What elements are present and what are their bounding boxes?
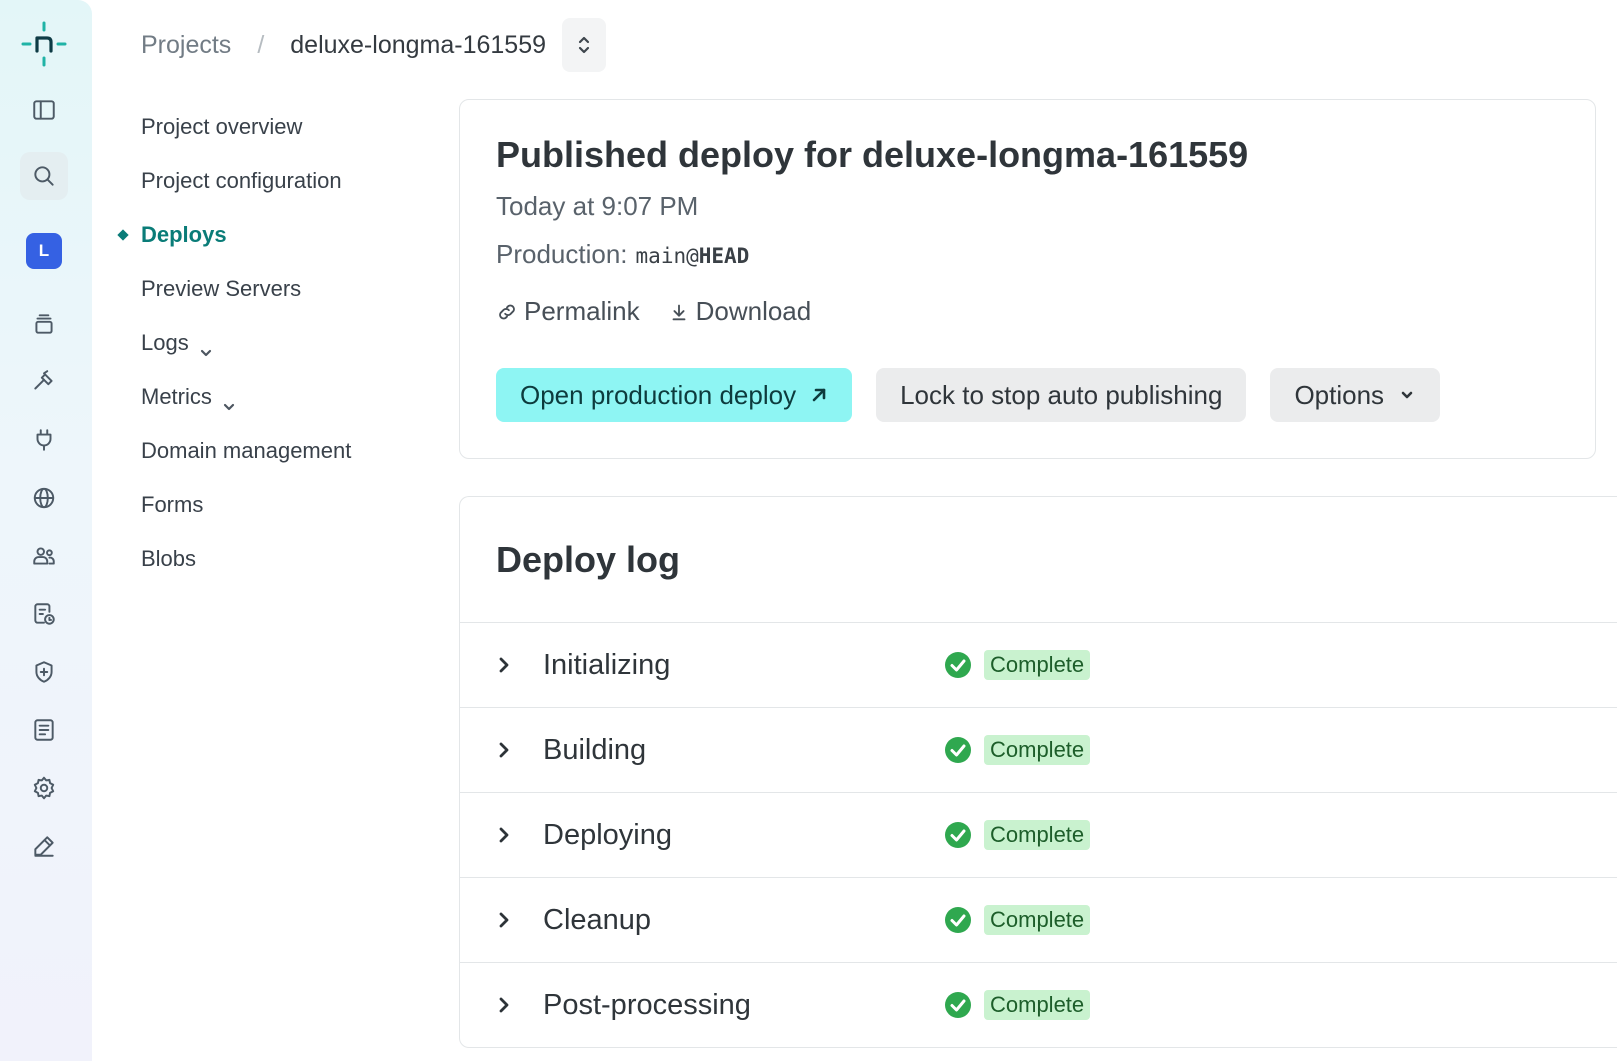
status-badge: Complete <box>984 905 1091 935</box>
log-step-status: Complete <box>944 905 1091 935</box>
status-badge: Complete <box>984 650 1091 680</box>
log-step-row[interactable]: Post-processing Complete <box>460 962 1617 1047</box>
check-circle-icon <box>945 907 971 933</box>
deploy-title: Published deploy for deluxe-longma-16155… <box>496 134 1249 175</box>
log-step-status: Complete <box>944 820 1091 850</box>
deploy-links: Permalink Download <box>496 296 839 327</box>
search-icon[interactable] <box>20 152 68 200</box>
subnav-item-deploys[interactable]: Deploys <box>141 208 351 262</box>
commit-ref: HEAD <box>698 244 750 268</box>
permalink-link[interactable]: Permalink <box>496 296 640 327</box>
log-step-row[interactable]: Deploying Complete <box>460 792 1617 877</box>
hammer-icon[interactable] <box>20 358 68 406</box>
options-label: Options <box>1294 379 1385 410</box>
external-arrow-icon <box>812 388 826 402</box>
open-production-deploy-label: Open production deploy <box>520 379 797 410</box>
deploy-log-list: Initializing Complete Building Complete … <box>460 622 1617 1047</box>
subnav-item-forms[interactable]: Forms <box>141 478 351 532</box>
check-circle-icon <box>945 737 971 763</box>
log-step-status: Complete <box>944 650 1091 680</box>
subnav-item-logs[interactable]: Logs <box>141 316 351 370</box>
download-link[interactable]: Download <box>668 296 812 327</box>
subnav-item-preview-servers[interactable]: Preview Servers <box>141 262 351 316</box>
subnav-item-domain-management[interactable]: Domain management <box>141 424 351 478</box>
chevron-down-icon <box>1401 391 1413 399</box>
log-step-label: Deploying <box>543 818 672 851</box>
subnav-item-label: Metrics <box>141 384 212 409</box>
production-ref: Production: main@HEAD <box>496 239 749 270</box>
deploy-timestamp: Today at 9:07 PM <box>496 191 699 221</box>
users-icon[interactable] <box>20 532 68 580</box>
project-subnav: Project overview Project configuration D… <box>141 100 351 586</box>
breadcrumb-projects-link[interactable]: Projects <box>141 31 231 60</box>
deploy-log-title: Deploy log <box>496 539 681 580</box>
status-badge: Complete <box>984 735 1091 765</box>
lock-auto-publishing-label: Lock to stop auto publishing <box>900 379 1223 410</box>
subnav-item-label: Forms <box>141 492 204 517</box>
subnav-item-label: Logs <box>141 330 189 355</box>
subnav-item-blobs[interactable]: Blobs <box>141 532 351 586</box>
chevron-up-down-icon <box>578 36 590 54</box>
forms-icon[interactable] <box>20 590 68 638</box>
subnav-item-label: Domain management <box>141 438 352 463</box>
branch-ref[interactable]: main@HEAD <box>636 244 750 268</box>
lock-auto-publishing-button[interactable]: Lock to stop auto publishing <box>876 368 1247 422</box>
project-switcher-button[interactable] <box>562 18 607 72</box>
pencil-icon[interactable] <box>20 822 68 870</box>
published-deploy-card: Published deploy for deluxe-longma-16155… <box>459 99 1596 459</box>
check-circle-icon <box>945 822 971 848</box>
deploy-actions: Open production deploy Lock to stop auto… <box>496 368 1464 422</box>
deploy-log-card: Deploy log Initializing Complete Buildin… <box>459 496 1617 1048</box>
icon-rail: L <box>0 0 92 1061</box>
log-step-label: Cleanup <box>543 903 652 936</box>
subnav-item-metrics[interactable]: Metrics <box>141 370 351 424</box>
breadcrumb-separator: / <box>257 30 265 59</box>
chevron-down-icon <box>199 338 213 357</box>
globe-icon[interactable] <box>20 474 68 522</box>
log-step-label: Building <box>543 733 647 766</box>
status-badge: Complete <box>984 990 1091 1020</box>
log-step-row[interactable]: Initializing Complete <box>460 622 1617 707</box>
open-production-deploy-button[interactable]: Open production deploy <box>496 368 853 422</box>
subnav-item-label: Deploys <box>141 222 227 247</box>
gear-icon[interactable] <box>20 764 68 812</box>
log-step-row[interactable]: Cleanup Complete <box>460 877 1617 962</box>
check-circle-icon <box>945 992 971 1018</box>
subnav-item-label: Project overview <box>141 114 303 139</box>
chevron-right-icon[interactable] <box>498 996 510 1014</box>
branch-name: main@ <box>635 244 699 268</box>
log-step-label: Initializing <box>543 648 671 681</box>
subnav-item-label: Preview Servers <box>141 276 302 301</box>
status-badge: Complete <box>984 820 1091 850</box>
breadcrumb-site-name[interactable]: deluxe-longma-161559 <box>290 31 546 60</box>
download-label: Download <box>695 296 812 326</box>
check-circle-icon <box>945 652 971 678</box>
netlify-logo-icon[interactable] <box>20 20 68 68</box>
log-step-status: Complete <box>944 990 1091 1020</box>
layers-icon[interactable] <box>20 300 68 348</box>
log-icon[interactable] <box>20 706 68 754</box>
chevron-down-icon <box>222 392 236 411</box>
download-icon <box>672 304 686 320</box>
team-avatar[interactable]: L <box>20 227 68 275</box>
subnav-item-label: Blobs <box>141 546 197 571</box>
production-label: Production: <box>496 239 628 269</box>
shield-icon[interactable] <box>20 648 68 696</box>
link-icon <box>499 304 515 319</box>
log-step-row[interactable]: Building Complete <box>460 707 1617 792</box>
subnav-item-project-configuration[interactable]: Project configuration <box>141 154 351 208</box>
log-step-label: Post-processing <box>543 988 751 1021</box>
chevron-right-icon[interactable] <box>498 656 510 674</box>
breadcrumb: Projects / deluxe-longma-161559 <box>141 18 607 72</box>
chevron-right-icon[interactable] <box>498 911 510 929</box>
subnav-item-label: Project configuration <box>141 168 342 193</box>
permalink-label: Permalink <box>524 296 640 326</box>
plug-icon[interactable] <box>20 416 68 464</box>
log-step-status: Complete <box>944 735 1091 765</box>
chevron-right-icon[interactable] <box>498 826 510 844</box>
options-dropdown-button[interactable]: Options <box>1270 368 1441 422</box>
sidebar-toggle-icon[interactable] <box>20 86 68 134</box>
chevron-right-icon[interactable] <box>498 741 510 759</box>
subnav-item-project-overview[interactable]: Project overview <box>141 100 351 154</box>
